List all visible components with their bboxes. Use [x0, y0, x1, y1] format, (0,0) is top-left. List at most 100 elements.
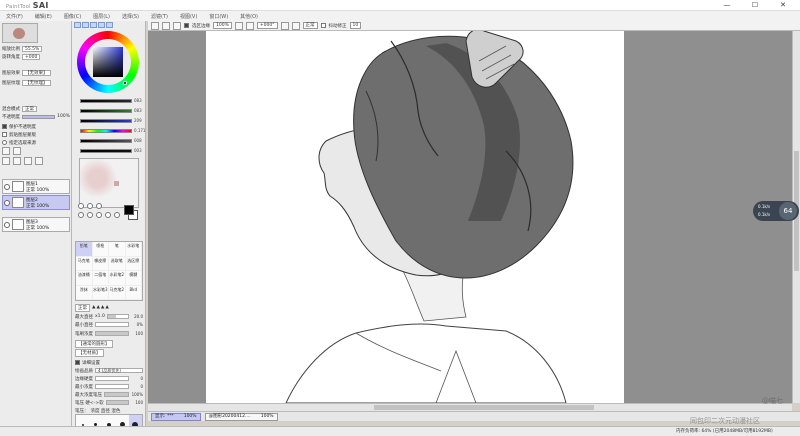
brush-tool-item[interactable]: 橡皮擦 [92, 256, 109, 271]
rgb-slider-tab[interactable] [82, 22, 89, 28]
selection-source-radio[interactable] [2, 140, 7, 145]
horizontal-scrollbar[interactable] [148, 403, 792, 411]
menu-view[interactable]: 视图(V) [174, 13, 203, 20]
color-wheel[interactable] [77, 31, 139, 93]
stabilizer-checkbox[interactable] [320, 23, 326, 28]
brush-tool-item[interactable]: 铅笔 [76, 242, 93, 257]
rotate-icon[interactable] [96, 212, 102, 218]
brush-tool-item[interactable]: 笔 [109, 242, 126, 257]
navigator-thumbnail[interactable] [2, 23, 38, 43]
angle-field[interactable]: +000 [22, 53, 41, 60]
menu-image[interactable]: 图像(C) [58, 13, 87, 20]
min-density-slider[interactable] [95, 384, 129, 389]
color-slider[interactable] [80, 99, 132, 103]
document-tab[interactable]: @图形20200412.... 100% [204, 412, 278, 421]
layer-item[interactable]: 图层3 正常 100% [2, 217, 70, 232]
brush-tool-item[interactable]: 油漆桶 [76, 271, 93, 286]
select-rect-icon[interactable] [78, 203, 84, 209]
move-icon[interactable] [78, 212, 84, 218]
visibility-icon[interactable] [4, 221, 10, 228]
eyedropper-icon[interactable] [114, 212, 120, 218]
rotate-left-icon[interactable] [280, 21, 289, 30]
zoom-icon[interactable] [87, 212, 93, 218]
primary-color-swatch[interactable] [124, 205, 134, 215]
brush-tool-item[interactable]: 马克笔2 [109, 285, 126, 300]
canvas-paper[interactable] [206, 31, 624, 403]
clip-mask-option[interactable]: 剪贴图层蒙版 [2, 131, 70, 138]
brush-tool-item[interactable]: 水彩笔 [125, 242, 142, 257]
blend-mode-select[interactable]: 正常 [22, 105, 37, 112]
menu-edit[interactable]: 编辑(E) [29, 13, 58, 20]
detail-settings-row[interactable]: 详细设置 [75, 359, 143, 366]
canvas-area[interactable] [148, 31, 792, 403]
menu-window[interactable]: 窗口(W) [203, 13, 234, 20]
brush-tool-item[interactable]: Bkd [125, 285, 142, 300]
brush-tool-item[interactable]: 水彩笔2 [109, 271, 126, 286]
saturation-value-square[interactable] [93, 47, 123, 77]
brush-mode-select[interactable]: 正常 [75, 303, 90, 312]
pressure-softness-slider[interactable] [105, 400, 129, 405]
selection-edge-checkbox[interactable] [184, 23, 189, 28]
select-all-icon[interactable] [151, 21, 159, 30]
max-pressure-slider[interactable] [104, 392, 129, 397]
layer-texture-select[interactable]: 【无纹理】 [22, 79, 51, 86]
brush-size-slider[interactable] [106, 314, 129, 319]
angle-select[interactable]: +000° [256, 22, 278, 29]
layer-effect-select[interactable]: 【无效果】 [22, 69, 51, 76]
hsv-slider-tab[interactable] [90, 22, 97, 28]
color-marker[interactable] [123, 81, 127, 85]
brush-texture-select[interactable]: 【无材质】 [75, 348, 104, 357]
minimize-button[interactable]: — [716, 0, 738, 11]
mixer-tab[interactable] [106, 22, 113, 28]
color-mixer-area[interactable] [79, 158, 139, 208]
invert-selection-icon[interactable] [173, 21, 181, 30]
color-slider[interactable] [80, 119, 132, 123]
deselect-icon[interactable] [162, 21, 170, 30]
layer-item-selected[interactable]: 图层2 正常 100% [2, 195, 70, 210]
rotate-right-icon[interactable] [291, 21, 300, 30]
zoom-field[interactable]: 55.5% [22, 45, 43, 52]
zoom-in-icon[interactable] [245, 21, 254, 30]
copy-layer-icon[interactable] [2, 156, 10, 165]
brush-tool-item[interactable]: 二值笔 [92, 271, 109, 286]
visibility-icon[interactable] [4, 183, 10, 190]
brush-tool-item[interactable]: 模糊 [125, 271, 142, 286]
close-button[interactable]: ✕ [772, 0, 794, 11]
menu-select[interactable]: 选择(S) [116, 13, 145, 20]
clip-mask-checkbox[interactable] [2, 132, 7, 137]
new-layer-icon[interactable] [2, 146, 10, 155]
network-speed-badge[interactable]: 0.1k/s 0.1k/s 64 [753, 201, 799, 221]
color-slider[interactable] [80, 109, 132, 113]
lasso-icon[interactable] [87, 203, 93, 209]
min-size-slider[interactable] [95, 322, 129, 327]
protect-opacity-checkbox[interactable] [2, 124, 7, 129]
stabilizer-select[interactable]: 10 [349, 22, 362, 29]
maximize-button[interactable]: ☐ [744, 0, 766, 11]
brush-density-slider[interactable] [95, 331, 129, 336]
brush-shape-select[interactable]: 【通常的圆形】 [75, 339, 113, 348]
brush-tool-item[interactable]: 涂抹 [76, 285, 93, 300]
menu-file[interactable]: 文件(F) [0, 13, 29, 20]
blend-select[interactable]: 正常 [302, 22, 318, 29]
clear-layer-icon[interactable] [24, 156, 32, 165]
pressure-options[interactable]: 浓度 直径 混色 [91, 408, 121, 414]
delete-layer-icon[interactable] [35, 156, 43, 165]
swatch-tab[interactable] [98, 22, 105, 28]
layer-item[interactable]: 图层1 正常 100% [2, 179, 70, 194]
tip-shape-icons[interactable]: ▲▲▲▲ [92, 305, 110, 310]
merge-layer-icon[interactable] [13, 156, 21, 165]
opacity-slider[interactable] [22, 114, 56, 119]
visibility-icon[interactable] [4, 199, 10, 206]
horizontal-scroll-thumb[interactable] [374, 405, 594, 410]
edge-hardness-slider[interactable] [95, 376, 129, 381]
new-folder-icon[interactable] [13, 146, 21, 155]
magic-wand-icon[interactable] [96, 203, 102, 209]
color-wheel-tab[interactable] [74, 22, 81, 28]
color-slider[interactable] [80, 129, 132, 133]
brush-tool-item[interactable]: 马克笔 [76, 256, 93, 271]
document-tab[interactable]: 显示: *** 100% [151, 412, 201, 421]
brush-tool-item[interactable]: 选区擦 [125, 256, 142, 271]
menu-other[interactable]: 其他(O) [234, 13, 264, 20]
zoom-out-icon[interactable] [234, 21, 243, 30]
protect-opacity-option[interactable]: 保护不透明度 [2, 123, 70, 130]
